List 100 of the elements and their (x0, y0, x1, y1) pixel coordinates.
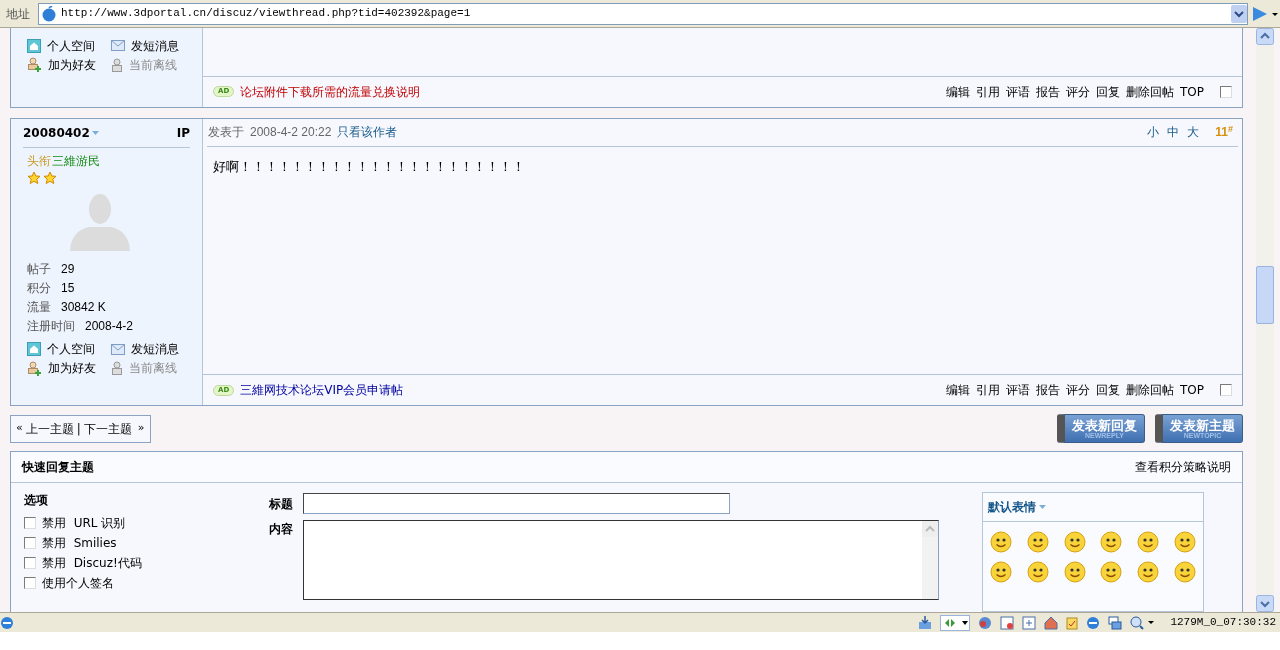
post-action-link[interactable]: 引用 (976, 82, 1000, 101)
smiley-icon[interactable] (1026, 561, 1049, 583)
prev-arrow[interactable]: « (16, 420, 23, 437)
ad-link[interactable]: 三維网技术论坛VIP会员申请帖 (240, 381, 404, 399)
option-label: 使用个人签名 (42, 575, 114, 592)
url-field[interactable]: http://www.3dportal.cn/discuz/viewthread.php?tid=402392&page=1 (38, 2, 1248, 25)
post-action-link[interactable]: 报告 (1036, 82, 1060, 101)
font-size-link[interactable]: 大 (1187, 123, 1200, 142)
next-thread-link[interactable]: 下一主题 (83, 419, 132, 438)
dropdown-caret-icon[interactable] (1039, 504, 1046, 510)
subject-field[interactable] (303, 493, 730, 514)
envelope-icon (111, 343, 125, 355)
smiley-icon[interactable] (1174, 531, 1196, 553)
post-action-link[interactable]: 评语 (1006, 381, 1030, 399)
post-action-link[interactable]: 删除回帖 (1126, 381, 1174, 399)
smiley-icon[interactable] (1137, 561, 1160, 583)
post-action-link[interactable]: TOP (1180, 82, 1204, 101)
smiley-icon[interactable] (1174, 561, 1196, 583)
author-only-link[interactable]: 只看该作者 (337, 123, 398, 142)
title-label: 头衔 (27, 152, 51, 170)
home-icon[interactable] (1044, 615, 1059, 630)
smiley-icon[interactable] (990, 561, 1012, 583)
post-action-link[interactable]: 报告 (1036, 381, 1060, 399)
user-link[interactable]: 发短消息 (131, 340, 179, 359)
post-action-link[interactable]: 引用 (976, 381, 1000, 399)
window-icon[interactable] (1022, 615, 1037, 630)
post-action-link[interactable]: 回复 (1096, 82, 1120, 101)
option-checkbox[interactable] (24, 537, 36, 549)
windows-icon[interactable] (1108, 615, 1123, 630)
subject-label: 标题 (269, 495, 294, 513)
stat-label: 流量 (27, 299, 51, 317)
user-link[interactable]: 发短消息 (131, 36, 179, 55)
option-label: 禁用 Discuz!代码 (42, 555, 142, 572)
post-content: 好啊！！！！！！！！！！！！！！！！！！！！！！ (213, 157, 526, 176)
post-action-link[interactable]: 回复 (1096, 381, 1120, 399)
select-checkbox[interactable] (1220, 384, 1232, 396)
smiley-icon[interactable] (1137, 531, 1160, 553)
user-icon (111, 361, 123, 376)
options-heading: 选项 (24, 492, 49, 509)
floor-number: 11$^{#}$ (1215, 123, 1233, 142)
user-link[interactable]: 个人空间 (47, 36, 95, 55)
stat-value: 15 (61, 280, 75, 298)
smiley-icon[interactable] (1100, 561, 1123, 583)
home-icon (27, 38, 41, 53)
stat-value: 2008-4-2 (85, 318, 134, 336)
scroll-thumb[interactable] (1256, 266, 1274, 324)
url-text: http://www.3dportal.cn/discuz/viewthread.php?tid=402392&page=1 (61, 6, 472, 22)
points-policy-link[interactable]: 查看积分策略说明 (1135, 458, 1231, 476)
post-action-link[interactable]: 删除回帖 (1126, 82, 1174, 101)
content-textarea[interactable] (302, 520, 939, 600)
smiley-icon[interactable] (1063, 531, 1086, 553)
scroll-down-icon[interactable] (1256, 595, 1274, 612)
prev-thread-link[interactable]: 上一主题 (25, 419, 74, 438)
font-size-link[interactable]: 中 (1167, 123, 1180, 142)
post-action-link[interactable]: TOP (1180, 381, 1204, 399)
add-user-icon (27, 57, 42, 72)
smilies-heading[interactable]: 默认表情 (988, 498, 1036, 516)
star-icon (43, 170, 57, 185)
stat-label: 注册时间 (27, 318, 75, 336)
option-checkbox[interactable] (24, 517, 36, 529)
window-icon[interactable] (1000, 615, 1015, 630)
address-label: 地址 (5, 5, 31, 23)
user-link[interactable]: 加为好友 (48, 359, 96, 378)
home-icon (27, 342, 41, 357)
post-action-link[interactable]: 评分 (1066, 381, 1090, 399)
add-user-icon (27, 360, 42, 376)
select-checkbox[interactable] (1220, 85, 1232, 98)
user-title: 三維游民 (52, 152, 100, 170)
scroll-up-icon[interactable] (1256, 28, 1274, 45)
post-action-link[interactable]: 编辑 (946, 381, 970, 399)
option-checkbox[interactable] (24, 557, 36, 569)
smiley-icon[interactable] (990, 531, 1012, 553)
option-label: 禁用 Smilies (42, 535, 117, 552)
page-icon (41, 5, 57, 22)
user-link[interactable]: 个人空间 (47, 340, 95, 359)
smiley-icon[interactable] (1100, 531, 1123, 553)
go-arrow-icon[interactable] (1252, 5, 1278, 22)
ip-label[interactable]: IP (176, 124, 190, 143)
font-size-link[interactable]: 小 (1147, 123, 1160, 142)
quick-reply-title: 快速回复主题 (22, 459, 94, 476)
option-checkbox[interactable] (24, 577, 36, 589)
post-action-link[interactable]: 评分 (1066, 82, 1090, 101)
zoom-icon[interactable] (1130, 615, 1157, 630)
clipboard-icon[interactable] (1066, 615, 1079, 630)
split-view-icon[interactable] (940, 614, 971, 631)
post-action-link[interactable]: 编辑 (946, 82, 970, 101)
smiley-icon[interactable] (1063, 561, 1086, 583)
globe-icon[interactable] (978, 615, 993, 630)
ad-link[interactable]: 论坛附件下载所需的流量兑换说明 (240, 82, 421, 101)
username[interactable]: 20080402 (23, 124, 90, 143)
stat-value: 29 (61, 261, 75, 279)
stat-label: 积分 (27, 280, 51, 298)
stat-label: 帖子 (27, 261, 51, 279)
envelope-icon (111, 40, 125, 51)
smiley-icon[interactable] (1026, 531, 1049, 553)
download-icon[interactable] (918, 615, 933, 630)
post-action-link[interactable]: 评语 (1006, 82, 1030, 101)
user-link[interactable]: 加为好友 (48, 55, 96, 74)
option-label: 禁用 URL 识别 (42, 515, 126, 532)
next-arrow[interactable]: » (137, 420, 145, 437)
